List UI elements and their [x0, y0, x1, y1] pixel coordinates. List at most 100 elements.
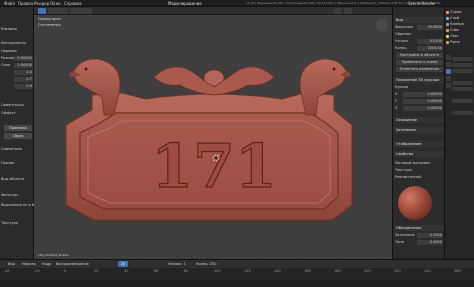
label-matcap: Матовый материал: [395, 161, 431, 165]
overlay-button[interactable]: [344, 8, 352, 14]
tick-label: 80: [184, 269, 189, 273]
cursor-y-field[interactable]: 0.00000: [403, 99, 443, 104]
render-engine-label[interactable]: Scene.Render: [408, 1, 436, 6]
menu-help[interactable]: Справка: [64, 1, 82, 6]
label-filters: Фильтры: [1, 193, 18, 197]
menu-edit[interactable]: Правка: [18, 1, 33, 6]
tick-label: 100: [214, 269, 221, 273]
current-frame-indicator[interactable]: 20: [118, 261, 128, 267]
outliner-item-camera[interactable]: Камера: [450, 22, 464, 26]
tick-label: 60: [154, 269, 159, 273]
house-number: 171: [151, 132, 276, 202]
timeline-menu-playback[interactable]: Воспроизведение: [56, 262, 89, 266]
outliner-item-cube[interactable]: Cube: [450, 28, 459, 32]
matcap-preview[interactable]: [398, 186, 432, 220]
reset-button[interactable]: Сброс: [4, 133, 32, 139]
view-menu-button[interactable]: [48, 8, 68, 14]
section-properties[interactable]: Свойства: [394, 151, 444, 157]
shading-value-field[interactable]: 0.1000: [417, 233, 443, 238]
scene-tab-icon[interactable]: [446, 62, 451, 67]
light-icon: [446, 35, 449, 38]
clip-end-field[interactable]: 1000.00: [417, 46, 443, 51]
tick-label: 40: [124, 269, 129, 273]
section-shading[interactable]: Затенение: [394, 127, 444, 133]
label-offset: Оффсет: [1, 111, 16, 115]
offset-field[interactable]: 0.0: [14, 84, 33, 89]
tick-label: 180: [334, 269, 341, 273]
layer-icon: [446, 17, 449, 20]
object-mode-button[interactable]: [70, 8, 92, 14]
status-bar: [0, 280, 474, 287]
menu-file[interactable]: Файл: [4, 1, 15, 6]
tick-label: 0: [64, 269, 67, 273]
outliner-item-scene[interactable]: Сцена: [450, 10, 461, 14]
label-shadows: Тени: [395, 240, 404, 244]
prop-field-2[interactable]: [452, 63, 473, 67]
section-view[interactable]: Вид: [394, 17, 444, 23]
outliner: Сцена Слой Камера Cube Свет Plane: [444, 7, 474, 51]
timeline-menu-view[interactable]: Вид: [8, 262, 15, 266]
start-frame-field[interactable]: Начало: 1: [168, 262, 186, 266]
strength-field[interactable]: 1.00000: [14, 63, 33, 68]
force-field[interactable]: 0.7: [14, 77, 33, 82]
tool-row-normal: Нормаль: [1, 49, 18, 53]
timeline-menu-marker[interactable]: Маркер: [22, 262, 36, 266]
selection-note: Выделение не в N: [1, 203, 35, 207]
prop-field-6[interactable]: [452, 99, 473, 103]
outliner-item-light[interactable]: Свет: [450, 34, 459, 38]
tick-label: 260: [454, 269, 461, 273]
section-lighting[interactable]: Освещение: [394, 117, 444, 123]
label-clip: Обрезка:: [395, 32, 412, 36]
camera-icon: [446, 23, 449, 26]
menu-window[interactable]: Окно: [50, 1, 61, 6]
size-field[interactable]: 4.0: [14, 70, 33, 75]
outliner-item-plane[interactable]: Plane: [450, 40, 460, 44]
plane-icon: [446, 41, 449, 44]
radius-field[interactable]: 0.00000: [14, 56, 33, 61]
left-eagle-eye: [84, 67, 88, 71]
tool-row-tools[interactable]: Инструменты: [1, 41, 26, 46]
cursor-x-field[interactable]: 0.00000: [403, 92, 443, 97]
label-orientation: Ориентация: [1, 103, 24, 107]
section-display[interactable]: Отображение: [394, 141, 444, 147]
apply-scene-button[interactable]: Применить к сцене: [396, 60, 443, 65]
outliner-item-layer[interactable]: Слой: [450, 16, 459, 20]
tick-label: 160: [304, 269, 311, 273]
apply-object-button[interactable]: Настройка в объекте: [396, 53, 443, 58]
label-clip-end: Конец: [395, 46, 407, 50]
label-cursor: Курсор: [395, 85, 409, 89]
material-tab-icon[interactable]: [446, 83, 451, 88]
cursor-z-field[interactable]: 0.00000: [403, 106, 443, 111]
tick-label: -20: [34, 269, 40, 273]
timeline-header: Вид Маркер Кадр Воспроизведение Начало: …: [0, 260, 474, 268]
shadows-value-field[interactable]: 0.4000: [417, 240, 443, 245]
label-misc: Прочее: [1, 161, 15, 165]
tick-label: 120: [244, 269, 251, 273]
scene-icon: [446, 11, 449, 14]
label-shading: Затенение: [395, 233, 415, 237]
prop-field-7[interactable]: [452, 111, 473, 115]
clip-start-field[interactable]: 0.0100: [417, 39, 443, 44]
modifier-tab-icon[interactable]: [446, 76, 451, 81]
menu-render[interactable]: Рендер: [34, 1, 49, 6]
prop-field-1[interactable]: [452, 57, 473, 61]
revert-button[interactable]: Отменить изменения: [396, 67, 443, 72]
label-realistic: Реалистичный: [395, 175, 422, 179]
right-eagle-eye: [332, 67, 336, 71]
focal-field[interactable]: 35.0000: [417, 25, 443, 30]
object-tab-icon[interactable]: [446, 69, 451, 74]
label-object-view: Вид объекта: [1, 177, 25, 181]
section-combine[interactable]: Объединение: [394, 225, 444, 231]
section-3d-cursor[interactable]: Положение 3D курсора: [394, 77, 444, 83]
shading-button[interactable]: [334, 8, 342, 14]
3d-viewport[interactable]: Сверху орто Сантиметры: [34, 15, 392, 259]
prop-field-4[interactable]: [452, 81, 473, 85]
workspace-selector[interactable]: Моделирование: [168, 1, 202, 6]
prop-field-3[interactable]: [452, 69, 473, 73]
timeline-menu-frame[interactable]: Кадр: [42, 262, 51, 266]
snap-button[interactable]: Привязка: [4, 125, 32, 131]
end-frame-field[interactable]: Конец: 250: [196, 262, 216, 266]
editor-type-button[interactable]: [38, 8, 46, 14]
prop-field-5[interactable]: [452, 87, 473, 91]
render-tab-icon[interactable]: [446, 55, 451, 60]
